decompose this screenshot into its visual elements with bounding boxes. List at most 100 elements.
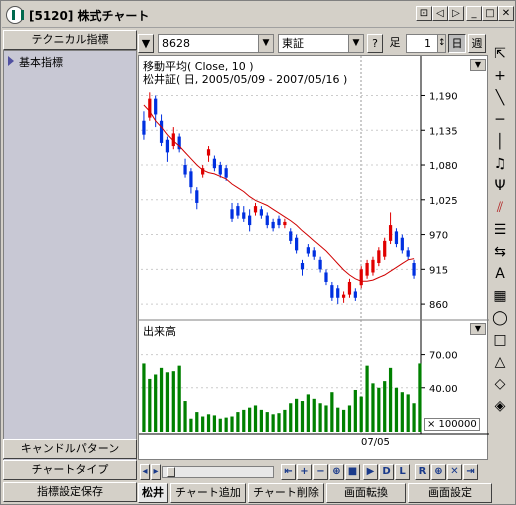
l-button[interactable]: L <box>395 464 410 480</box>
erase-all-tool-icon[interactable]: ◈ <box>489 395 511 417</box>
candle-body <box>289 231 293 241</box>
magnify-icon[interactable]: ⊕ <box>431 464 446 480</box>
horizontal-line-tool-icon[interactable]: ─ <box>489 109 511 131</box>
jump-start-icon[interactable]: ⇤ <box>281 464 296 480</box>
pointer-tool-icon[interactable]: ⇱ <box>489 43 511 65</box>
stop-icon[interactable]: ■ <box>345 464 360 480</box>
cycle-tool-icon[interactable]: ⇆ <box>489 241 511 263</box>
stock-code-value: 8628 <box>162 37 190 50</box>
indicator-list: 基本指標 <box>3 50 137 466</box>
horizontal-scrollbar[interactable] <box>162 466 274 478</box>
save-indicator-settings-button[interactable]: 指標設定保存 <box>3 482 137 502</box>
weekly-button[interactable]: 週 <box>468 34 486 53</box>
stock-code-select[interactable]: 8628 ▼ <box>158 34 274 53</box>
bell-tool-icon[interactable]: ♫ <box>489 153 511 175</box>
x-axis-date-label: 07/05 <box>361 437 390 448</box>
grid-tool-icon[interactable]: ▦ <box>489 285 511 307</box>
minimize-button[interactable]: _ <box>466 6 482 21</box>
ellipse-tool-icon[interactable]: ◯ <box>489 307 511 329</box>
candle-body <box>277 218 281 226</box>
crosshair-tool-icon[interactable]: + <box>489 65 511 87</box>
volume-bar <box>206 414 211 432</box>
chart-type-button[interactable]: チャートタイプ <box>3 460 137 480</box>
chart-area[interactable]: 1,190 1,135 1,080 1,025 970 915 860 70.00 40.00… <box>138 55 489 460</box>
candle-body <box>212 158 217 169</box>
delete-chart-button[interactable]: チャート削除 <box>248 483 324 503</box>
volume-bar <box>248 407 252 432</box>
r-button[interactable]: R <box>415 464 430 480</box>
price-pane-menu-button[interactable]: ▼ <box>470 59 486 71</box>
retracement-tool-icon[interactable]: ☰ <box>489 219 511 241</box>
next-window-icon[interactable]: ▷ <box>448 6 464 21</box>
candle-body <box>406 250 410 257</box>
zoom-in-plus-icon[interactable]: + <box>297 464 312 480</box>
foot-count-input[interactable]: 1 ↕ <box>406 34 446 53</box>
technical-indicator-tab[interactable]: テクニカル指標 <box>3 30 137 50</box>
list-item-basic-indicator[interactable]: 基本指標 <box>8 54 63 70</box>
volume-bar <box>318 403 322 432</box>
maximize-button[interactable]: □ <box>482 6 498 21</box>
candle-body <box>259 209 263 216</box>
trendline-tool-icon[interactable]: ╲ <box>489 87 511 109</box>
window-title: [5120] 株式チャート <box>29 9 150 23</box>
volume-bar <box>347 405 352 432</box>
volume-bar <box>412 403 416 432</box>
zoom-out-minus-icon[interactable]: − <box>313 464 328 480</box>
expand-arrow-icon <box>8 56 14 66</box>
volume-bar <box>218 418 222 432</box>
volume-bar <box>300 401 305 432</box>
pin-icon[interactable]: ⊡ <box>416 6 432 21</box>
market-select[interactable]: 東証 ▼ <box>278 34 364 53</box>
candle-body <box>283 221 287 226</box>
add-chart-button[interactable]: チャート追加 <box>170 483 246 503</box>
candle-body <box>230 209 234 219</box>
chart-svg: 1,190 1,135 1,080 1,025 970 915 860 70.00 40.00 <box>139 56 489 435</box>
scroll-right-arrow-icon[interactable]: ▸ <box>151 464 161 480</box>
chart-navigation-bar: ◂ ▸ ⇤ + − ⊕ ■ ▶ D L R ⊕ ✕ ⇥ <box>138 462 488 482</box>
foot-label: 足 <box>386 34 404 53</box>
close-button[interactable]: ✕ <box>498 6 514 21</box>
jump-end-icon[interactable]: ⇥ <box>463 464 478 480</box>
scroll-left-arrow-icon[interactable]: ◂ <box>140 464 150 480</box>
switch-screen-button[interactable]: 画面転換 <box>326 483 406 503</box>
foot-count-value: 1 <box>424 37 431 50</box>
price-tick-label: 1,080 <box>429 161 458 172</box>
volume-bar <box>388 367 393 432</box>
candle-pattern-button[interactable]: キャンドルパターン <box>3 439 137 459</box>
volume-bar <box>295 398 299 432</box>
text-tool-icon[interactable]: A <box>489 263 511 285</box>
volume-pane-menu-button[interactable]: ▼ <box>470 323 486 335</box>
fit-icon[interactable]: ⊕ <box>329 464 344 480</box>
screen-settings-button[interactable]: 画面設定 <box>408 483 492 503</box>
candle-body <box>218 165 222 175</box>
vertical-line-tool-icon[interactable]: │ <box>489 131 511 153</box>
stock-legend: 松井証( 日, 2005/05/09 - 2007/05/16 ) <box>143 73 348 86</box>
candle-body <box>206 149 211 156</box>
matsui-tab[interactable]: 松井 <box>138 483 168 503</box>
candle-body <box>248 215 252 226</box>
price-tick-label: 1,025 <box>429 196 458 207</box>
eraser-tool-icon[interactable]: ◇ <box>489 373 511 395</box>
cancel-x-icon[interactable]: ✕ <box>447 464 462 480</box>
rectangle-tool-icon[interactable]: □ <box>489 329 511 351</box>
menu-dropdown-button[interactable]: ▼ <box>138 34 154 53</box>
play-icon[interactable]: ▶ <box>363 464 378 480</box>
scrollbar-thumb[interactable] <box>167 467 175 477</box>
d-button[interactable]: D <box>379 464 394 480</box>
volume-bar <box>341 409 346 432</box>
candle-body <box>265 215 269 226</box>
volume-bar <box>165 372 170 432</box>
candle-body <box>306 247 310 254</box>
candle-body <box>183 165 187 175</box>
volume-bar <box>195 412 199 432</box>
fan-tool-icon[interactable]: ⫽ <box>489 197 511 219</box>
prev-window-icon[interactable]: ◁ <box>432 6 448 21</box>
fork-tool-icon[interactable]: Ψ <box>489 175 511 197</box>
help-button[interactable]: ? <box>367 34 383 53</box>
triangle-tool-icon[interactable]: △ <box>489 351 511 373</box>
volume-bar <box>371 383 375 432</box>
market-value: 東証 <box>282 37 304 50</box>
volume-bar <box>365 365 369 432</box>
daily-button[interactable]: 日 <box>448 34 466 53</box>
volume-bar <box>418 363 422 432</box>
